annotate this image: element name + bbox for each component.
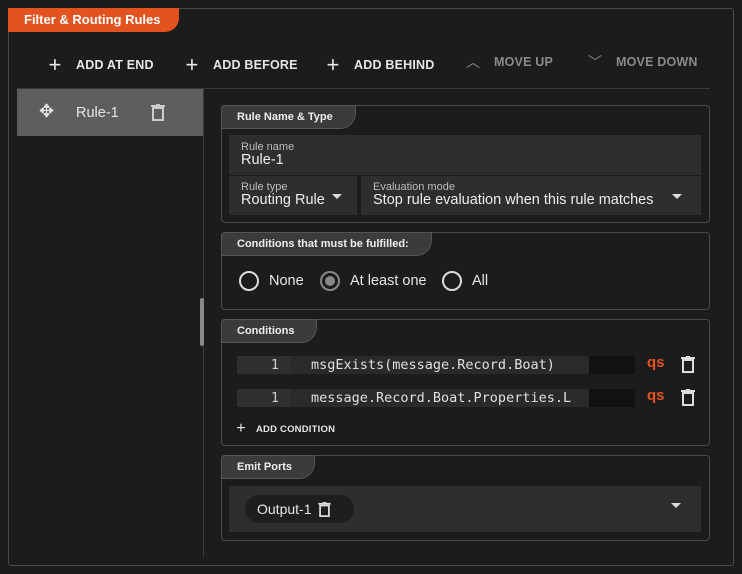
drag-move-icon[interactable]: ✥ [39,101,54,122]
radio-at-least-one[interactable]: At least one [320,271,427,291]
add-at-end-button[interactable]: + ADD AT END [48,52,154,78]
move-down-button[interactable]: ﹀ MOVE DOWN [588,52,698,72]
label: MOVE UP [494,55,554,69]
minimap [589,389,635,407]
radio-label: None [269,273,304,289]
rule-list-item[interactable]: ✥ Rule-1 [17,89,203,136]
label: MOVE DOWN [616,55,698,69]
line-number: 1 [237,389,291,407]
query-script-icon[interactable]: qs [647,354,665,371]
condition-editor[interactable]: 1 msgExists(message.Record.Boat) [237,356,635,374]
code-text: msgExists(message.Record.Boat) [311,357,555,373]
plus-icon: + [185,52,199,77]
dropdown-caret-icon [672,194,682,199]
evaluation-mode-select[interactable]: Evaluation mode Stop rule evaluation whe… [361,176,701,215]
port-chip: Output-1 [245,495,354,523]
radio-all[interactable]: All [442,271,488,291]
label: ADD BEHIND [354,58,435,72]
panel-title: Conditions that must be fulfilled: [221,232,432,256]
condition-editor[interactable]: 1 message.Record.Boat.Properties.L [237,389,635,407]
label: ADD AT END [76,58,154,72]
emit-ports-select[interactable]: Output-1 [229,486,701,532]
plus-icon: + [48,52,62,77]
chevron-up-icon: ︿ [466,54,481,70]
line-number: 1 [237,356,291,374]
radio-circle-selected [320,271,340,291]
code-line[interactable]: message.Record.Boat.Properties.L [291,389,635,407]
add-behind-button[interactable]: + ADD BEHIND [326,52,434,78]
code-text: message.Record.Boat.Properties.L [311,390,572,406]
chip-label: Output-1 [257,501,312,517]
radio-circle [239,271,259,291]
query-script-icon[interactable]: qs [647,387,665,404]
remove-chip-icon[interactable] [318,501,332,517]
radio-circle [442,271,462,291]
rule-type-select[interactable]: Rule type Routing Rule [229,176,357,215]
label: ADD BEFORE [213,58,298,72]
dropdown-caret-icon [671,503,681,508]
radio-none[interactable]: None [239,271,304,291]
rule-name-input[interactable]: Rule name Rule-1 [229,135,701,175]
evaluation-mode-value: Stop rule evaluation when this rule matc… [373,192,654,208]
resize-handle[interactable] [200,298,204,346]
radio-label: At least one [350,273,427,289]
chevron-down-icon: ﹀ [588,54,603,70]
plus-icon: + [326,52,340,77]
plus-icon: + [236,420,246,437]
minimap [589,356,635,374]
add-before-button[interactable]: + ADD BEFORE [185,52,298,78]
rule-label: Rule-1 [76,104,119,121]
section-title: Filter & Routing Rules [8,8,179,32]
move-up-button[interactable]: ︿ MOVE UP [466,52,553,72]
code-line[interactable]: msgExists(message.Record.Boat) [291,356,635,374]
delete-condition-icon[interactable] [681,356,695,373]
rule-name-value: Rule-1 [241,152,284,168]
delete-icon[interactable] [151,104,165,121]
label: ADD CONDITION [256,423,336,435]
radio-label: All [472,273,489,289]
rule-type-value: Routing Rule [241,192,325,208]
delete-condition-icon[interactable] [681,389,695,406]
add-condition-button[interactable]: + ADD CONDITION [234,420,335,438]
panel-title: Rule Name & Type [221,105,356,129]
panel-title: Emit Ports [221,455,316,479]
dropdown-caret-icon [332,194,342,199]
panel-title: Conditions [221,319,318,343]
